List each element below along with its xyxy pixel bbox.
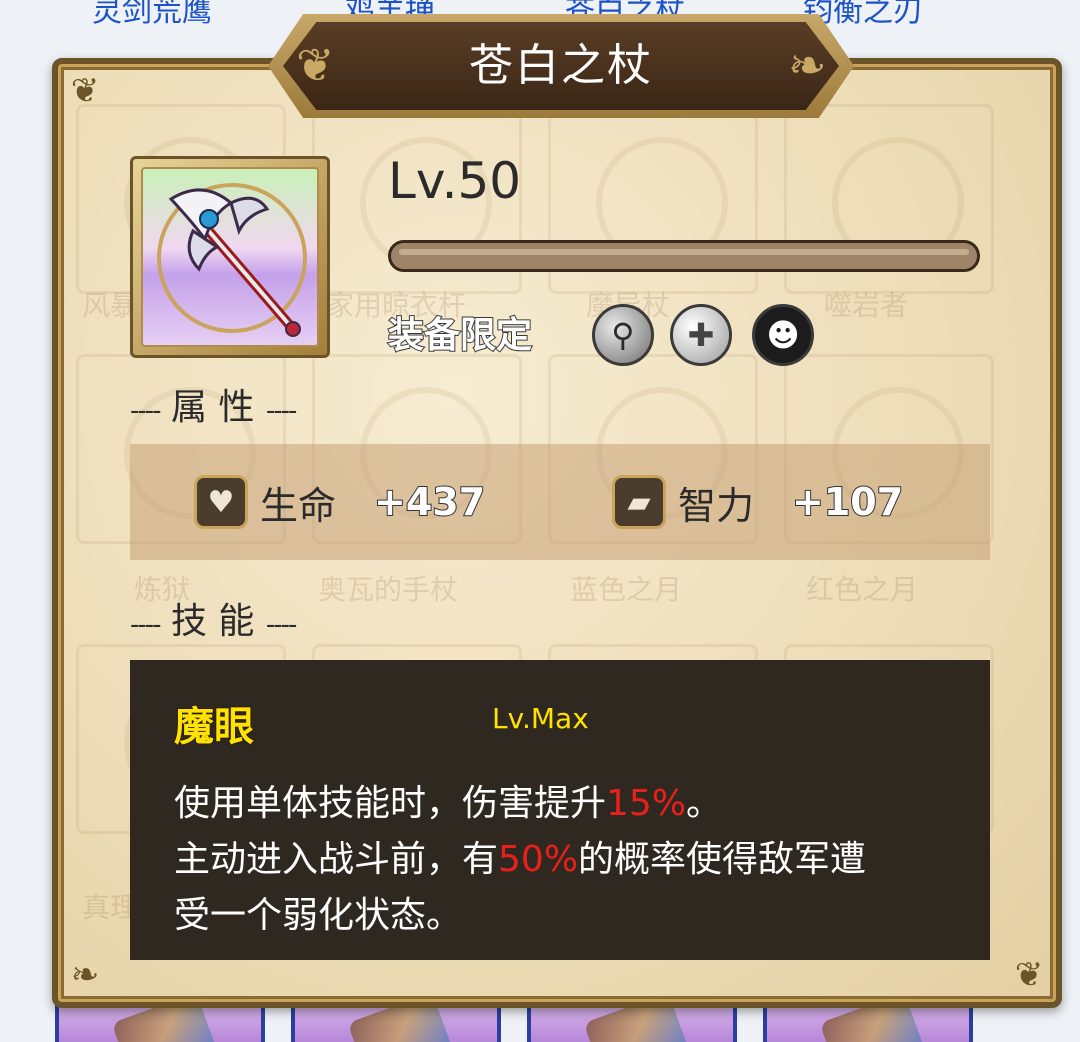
cleric-class-icon: ✚: [670, 304, 732, 366]
section-divider: ----: [265, 610, 298, 640]
section-divider: ----: [130, 396, 162, 426]
book-icon: ▰: [612, 475, 666, 529]
stat-hp: ♥ 生命 +437: [194, 474, 486, 530]
attributes-title-text: 属 性: [170, 387, 255, 428]
background-item-label: 噬岩者: [824, 289, 909, 322]
skill-desc-highlight: 50%: [498, 839, 579, 880]
stat-name: 智力: [678, 483, 755, 528]
stat-name: 生命: [260, 483, 337, 528]
equip-limit-label: 装备限定: [387, 314, 533, 357]
background-item-label: 红色之月: [806, 573, 919, 606]
skill-desc-text: 。: [686, 783, 723, 824]
attributes-section-title: ---- 属 性 ----: [130, 378, 298, 430]
stat-intelligence: ▰ 智力 +107: [612, 474, 904, 530]
skill-desc-text: 的概率使得敌军遭: [578, 839, 867, 880]
stat-value: +107: [791, 479, 904, 525]
item-title: 苍白之杖: [469, 40, 653, 91]
skill-desc-text: 主动进入战斗前，有: [174, 839, 499, 880]
background-item-label: 奥瓦的手杖: [318, 573, 459, 606]
ornament-corner-icon: ❦: [1014, 955, 1044, 995]
ornament-corner-icon: ❧: [70, 955, 100, 995]
staff-item-icon: [141, 167, 319, 347]
skill-description: 使用单体技能时，伤害提升15%。 主动进入战斗前，有50%的概率使得敌军遭 受一…: [174, 776, 964, 944]
attributes-panel: ♥ 生命 +437 ▰ 智力 +107: [130, 444, 990, 560]
skill-desc-text: 受一个弱化状态。: [174, 895, 463, 936]
stat-value: +437: [373, 479, 486, 525]
pale-staff-icon: [168, 188, 301, 337]
skill-level: Lv.Max: [492, 702, 589, 735]
item-level: Lv.50: [388, 152, 522, 210]
background-tab[interactable]: 灵剑荒鹰: [92, 0, 212, 30]
ornament-corner-icon: ❦: [70, 71, 100, 111]
item-icon-frame: [130, 156, 330, 358]
section-divider: ----: [130, 610, 162, 640]
background-item-label: 蓝色之月: [570, 573, 683, 606]
skills-section-title: ---- 技 能 ----: [130, 592, 298, 644]
skill-desc-text: 使用单体技能时，伤害提升: [174, 783, 607, 824]
demon-class-icon: ☻: [752, 304, 814, 366]
skill-desc-highlight: 15%: [606, 783, 687, 824]
skill-panel: 魔眼 Lv.Max 使用单体技能时，伤害提升15%。 主动进入战斗前，有50%的…: [130, 660, 990, 960]
skills-title-text: 技 能: [170, 601, 255, 642]
skill-name: 魔眼: [173, 703, 255, 751]
heart-icon: ♥: [194, 475, 248, 529]
level-progress-bar: [388, 240, 980, 272]
section-divider: ----: [265, 396, 298, 426]
staff-class-icon: ⚲: [592, 304, 654, 366]
